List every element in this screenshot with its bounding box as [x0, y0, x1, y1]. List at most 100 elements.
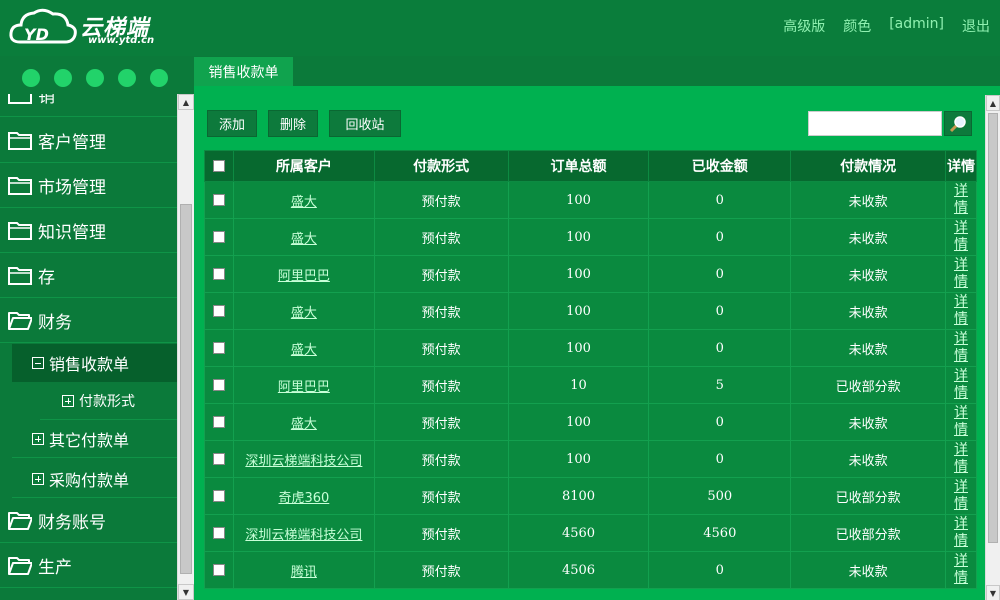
detail-link[interactable]: 详情	[953, 516, 969, 550]
scroll-thumb[interactable]	[988, 113, 998, 543]
sidebar-item-knowledge[interactable]: 知识管理	[0, 208, 177, 253]
col-received[interactable]: 已收金额	[648, 150, 792, 182]
row-checkbox[interactable]	[212, 564, 225, 576]
cell-customer: 盛大	[232, 218, 375, 256]
row-select-cell	[204, 477, 234, 515]
customer-link[interactable]: 深圳云梯端科技公司	[245, 454, 362, 469]
color-link[interactable]: 颜色	[843, 16, 871, 36]
row-checkbox[interactable]	[212, 416, 225, 428]
brand-url: www.ytd.cn	[88, 35, 155, 46]
user-link[interactable]: [admin]	[889, 16, 944, 36]
cell-detail: 详情	[944, 403, 978, 441]
sidebar-item-customers[interactable]: 客户管理	[0, 118, 177, 163]
cell-customer: 腾讯	[232, 551, 375, 589]
cell-received: 0	[648, 551, 792, 589]
customer-link[interactable]: 阿里巴巴	[278, 380, 330, 395]
row-checkbox[interactable]	[212, 342, 225, 354]
select-all-checkbox[interactable]	[212, 160, 225, 172]
col-status[interactable]: 付款情况	[790, 150, 946, 182]
cell-received: 0	[648, 181, 792, 219]
theme-dot[interactable]	[22, 69, 40, 87]
add-button[interactable]: 添加	[207, 110, 257, 137]
logout-link[interactable]: 退出	[962, 16, 990, 36]
folder-open-icon	[8, 512, 32, 530]
customer-link[interactable]: 深圳云梯端科技公司	[245, 528, 362, 543]
sidebar-item-finance-account[interactable]: 财务账号	[0, 498, 177, 543]
collapse-icon[interactable]	[32, 357, 44, 369]
row-checkbox[interactable]	[212, 268, 225, 280]
row-checkbox[interactable]	[212, 231, 225, 243]
detail-link[interactable]: 详情	[953, 553, 969, 587]
sidebar-item-production[interactable]: 生产	[0, 543, 177, 588]
detail-link[interactable]: 详情	[953, 331, 969, 365]
sidebar-item-finance[interactable]: 财务	[0, 298, 177, 343]
row-checkbox[interactable]	[212, 490, 225, 502]
customer-link[interactable]: 腾讯	[291, 565, 317, 580]
sidebar-item-label: 采购付款单	[49, 470, 130, 490]
detail-link[interactable]: 详情	[953, 479, 969, 513]
detail-link[interactable]: 详情	[953, 294, 969, 328]
sidebar-item-inventory[interactable]: 存	[0, 253, 177, 298]
advanced-link[interactable]: 高级版	[783, 16, 825, 36]
expand-icon[interactable]	[32, 472, 44, 485]
theme-dot[interactable]	[86, 69, 104, 87]
expand-icon[interactable]	[32, 432, 44, 445]
row-checkbox[interactable]	[212, 453, 225, 465]
detail-link[interactable]: 详情	[953, 257, 969, 291]
delete-button[interactable]: 删除	[268, 110, 318, 137]
scroll-down-icon[interactable]: ▼	[986, 585, 1000, 600]
sidebar-item-purchase-payment[interactable]: 采购付款单	[12, 460, 177, 498]
detail-link[interactable]: 详情	[953, 442, 969, 476]
sidebar-item-sales-receipt[interactable]: 销售收款单	[12, 344, 177, 382]
folder-icon	[8, 222, 32, 240]
customer-link[interactable]: 盛大	[291, 195, 317, 210]
expand-icon[interactable]	[62, 394, 74, 407]
row-checkbox[interactable]	[212, 527, 225, 539]
col-customer[interactable]: 所属客户	[232, 150, 375, 182]
logo[interactable]: YD 云梯端 www.ytd.cn	[8, 4, 168, 48]
col-total[interactable]: 订单总额	[507, 150, 650, 182]
tab-sales-receipt[interactable]: 销售收款单	[194, 57, 293, 87]
cell-total: 100	[507, 218, 650, 256]
theme-dot[interactable]	[118, 69, 136, 87]
col-method[interactable]: 付款形式	[373, 150, 509, 182]
sidebar-item-other-payment[interactable]: 其它付款单	[12, 420, 177, 458]
row-select-cell	[204, 403, 234, 441]
main-scrollbar[interactable]: ▲ ▼	[985, 95, 1000, 600]
search-button[interactable]	[944, 111, 972, 136]
customer-link[interactable]: 盛大	[291, 417, 317, 432]
customer-link[interactable]: 盛大	[291, 343, 317, 358]
sidebar-item-label: 付款形式	[79, 393, 135, 410]
recycle-bin-button[interactable]: 回收站	[329, 110, 401, 137]
row-checkbox[interactable]	[212, 379, 225, 391]
sidebar-item-market[interactable]: 市场管理	[0, 163, 177, 208]
scroll-up-icon[interactable]: ▲	[178, 94, 194, 110]
cell-received: 0	[648, 440, 792, 478]
cell-method: 预付款	[373, 181, 509, 219]
col-detail: 详情	[944, 150, 978, 182]
theme-dot[interactable]	[150, 69, 168, 87]
sidebar-item-payment-method[interactable]: 付款形式	[40, 382, 177, 420]
detail-link[interactable]: 详情	[953, 183, 969, 217]
row-checkbox[interactable]	[212, 305, 225, 317]
detail-link[interactable]: 详情	[953, 368, 969, 402]
sidebar-item-sales[interactable]: 销	[0, 94, 177, 117]
sidebar-scrollbar[interactable]: ▲ ▼	[177, 94, 194, 600]
customer-link[interactable]: 盛大	[291, 232, 317, 247]
cell-total: 8100	[507, 477, 650, 515]
scroll-up-icon[interactable]: ▲	[986, 95, 1000, 111]
search-input[interactable]	[808, 111, 942, 136]
detail-link[interactable]: 详情	[953, 405, 969, 439]
sidebar-item-label: 生产	[38, 557, 72, 578]
customer-link[interactable]: 奇虎360	[278, 491, 329, 506]
row-select-cell	[204, 551, 234, 589]
scroll-thumb[interactable]	[180, 204, 192, 574]
theme-dot[interactable]	[54, 69, 72, 87]
cell-customer: 深圳云梯端科技公司	[232, 440, 375, 478]
customer-link[interactable]: 盛大	[291, 306, 317, 321]
scroll-down-icon[interactable]: ▼	[178, 584, 194, 600]
row-checkbox[interactable]	[212, 194, 225, 206]
row-select-cell	[204, 366, 234, 404]
customer-link[interactable]: 阿里巴巴	[278, 269, 330, 284]
detail-link[interactable]: 详情	[953, 220, 969, 254]
